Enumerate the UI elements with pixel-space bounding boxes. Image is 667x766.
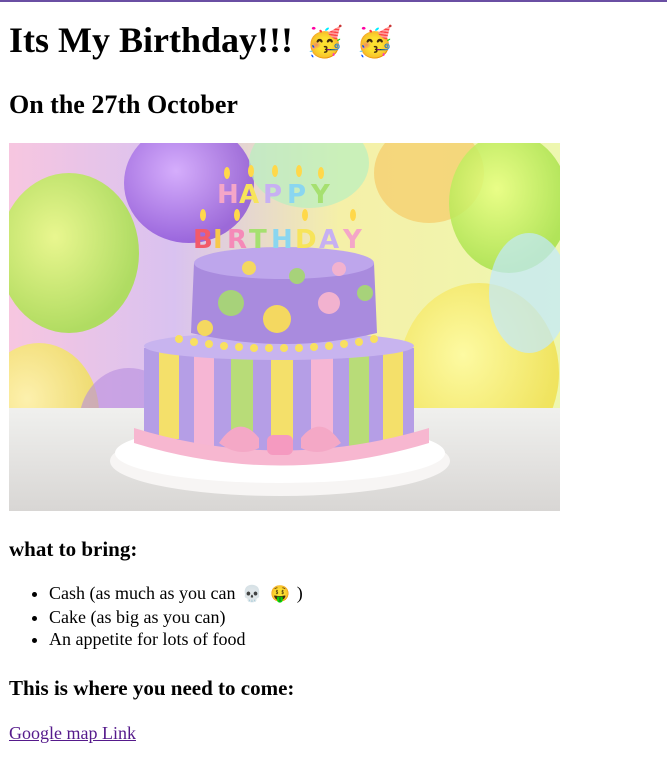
svg-text:Y: Y: [310, 180, 331, 210]
bring-list: Cash (as much as you can 💀 🤑 ) Cake (as …: [9, 582, 667, 650]
svg-text:P: P: [263, 180, 282, 210]
list-item-suffix: ): [296, 583, 303, 603]
google-map-link[interactable]: Google map Link: [9, 723, 136, 744]
money-mouth-face-icon: 🤑: [270, 586, 291, 603]
skull-icon: 💀: [241, 586, 262, 603]
list-item: Cash (as much as you can 💀 🤑 ): [49, 582, 667, 606]
svg-text:H: H: [271, 225, 293, 255]
party-face-icon: 🥳: [305, 26, 344, 59]
birthday-cake-photo: H A P P Y B I R T H D A Y: [9, 143, 560, 511]
svg-text:A: A: [239, 180, 259, 210]
svg-text:T: T: [249, 225, 267, 255]
svg-text:H: H: [217, 180, 239, 210]
birthday-cake-image: H A P P Y B I R T H D A Y: [9, 143, 560, 511]
list-item: An appetite for lots of food: [49, 628, 667, 650]
page-title-text: Its My Birthday!!!: [9, 20, 293, 60]
svg-text:P: P: [287, 180, 306, 210]
svg-text:Y: Y: [342, 225, 363, 255]
list-item-text: Cash (as much as you can: [49, 583, 236, 603]
party-face-icon: 🥳: [356, 26, 394, 59]
list-item-text: Cake (as big as you can): [49, 607, 226, 627]
svg-text:R: R: [227, 225, 247, 255]
page-title: Its My Birthday!!! 🥳 🥳: [9, 18, 667, 65]
page-body: Its My Birthday!!! 🥳 🥳 On the 27th Octob…: [0, 18, 667, 744]
svg-text:I: I: [213, 225, 223, 255]
list-item-text: An appetite for lots of food: [49, 629, 246, 649]
list-item: Cake (as big as you can): [49, 606, 667, 628]
svg-text:D: D: [295, 225, 317, 255]
what-to-bring-heading: what to bring:: [9, 537, 138, 561]
location-heading: This is where you need to come:: [9, 676, 295, 700]
page-subtitle: On the 27th October: [9, 90, 238, 119]
svg-text:B: B: [193, 225, 213, 255]
svg-text:A: A: [319, 225, 339, 255]
